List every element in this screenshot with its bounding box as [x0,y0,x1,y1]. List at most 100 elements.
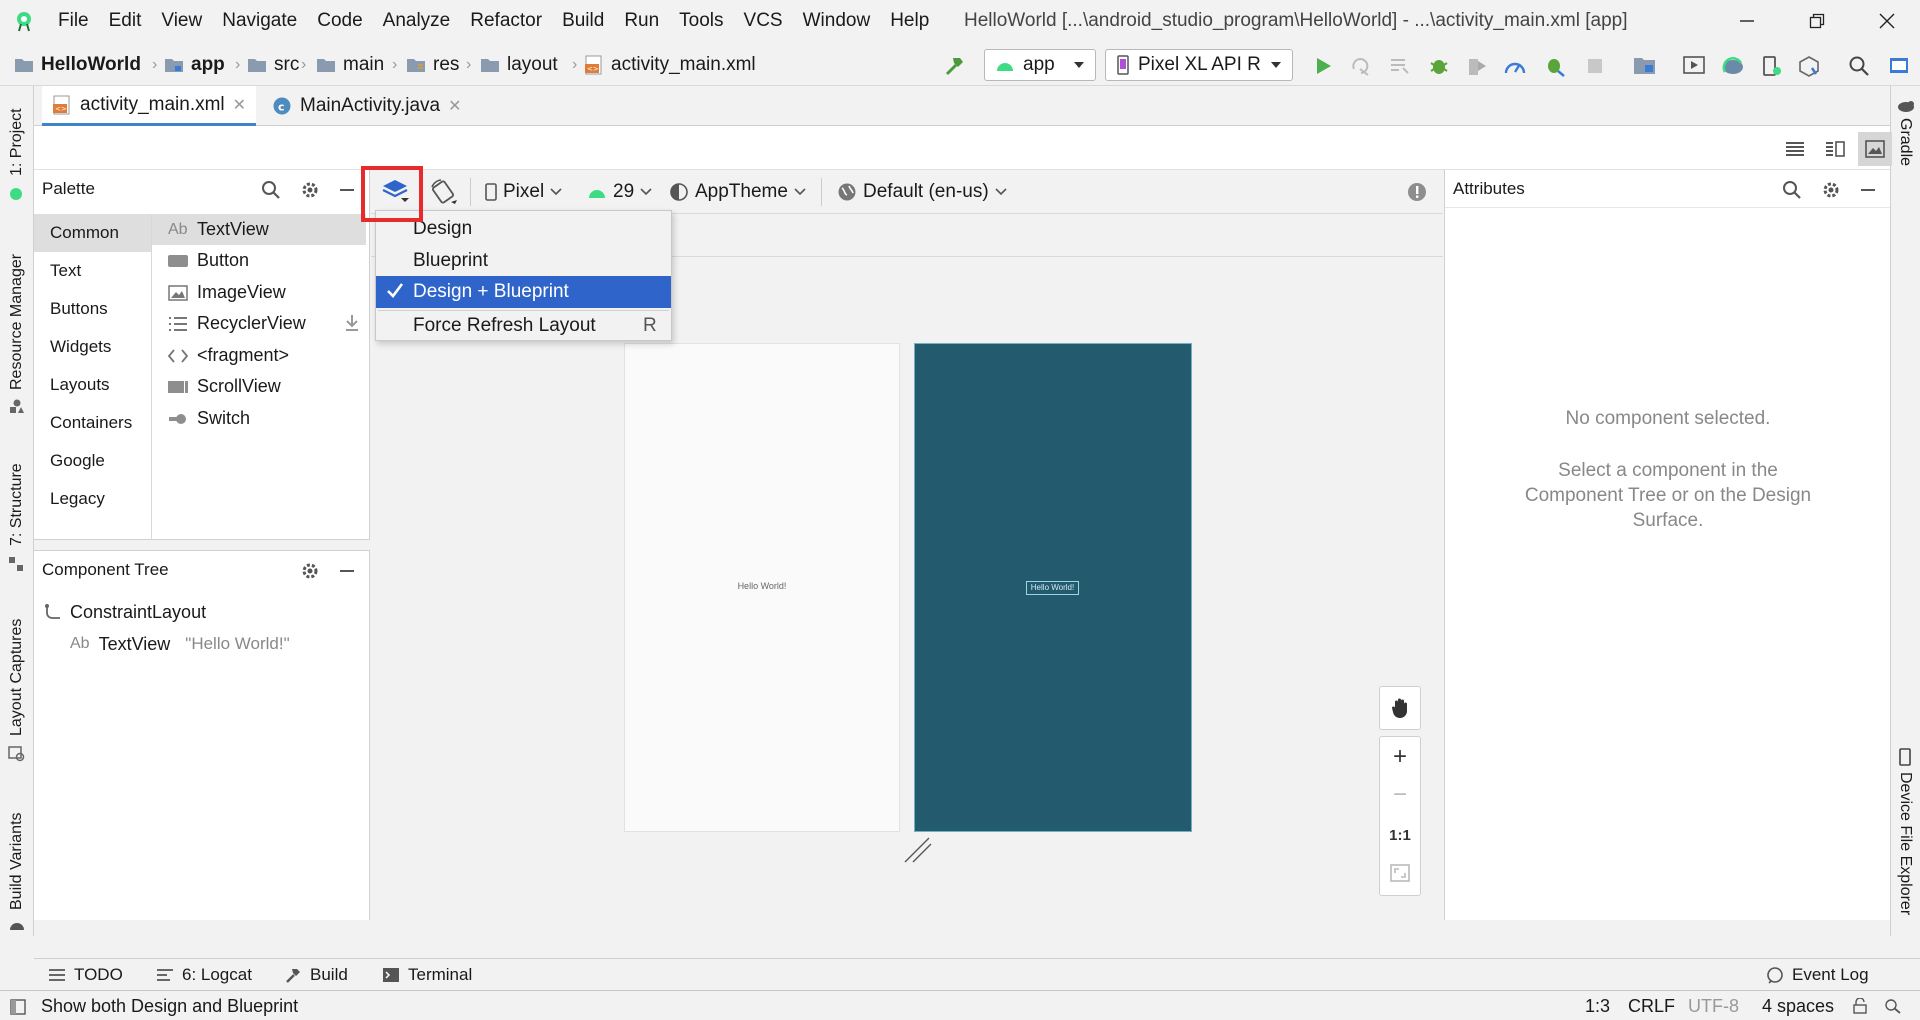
blueprint-preview-screen[interactable]: Hello World! [914,343,1192,832]
breadcrumb-layout[interactable]: layout [480,52,558,78]
line-separator[interactable]: CRLF [1628,996,1675,1017]
palette-category-legacy[interactable]: Legacy [34,480,151,518]
design-view-icon[interactable] [1858,132,1892,166]
menu-item-design-blueprint[interactable]: Design + Blueprint [376,276,671,308]
tool-window-terminal[interactable]: Terminal [382,965,472,985]
debug-icon[interactable] [1426,53,1452,79]
search-everywhere-icon[interactable] [1846,53,1872,79]
file-encoding[interactable]: UTF-8 [1688,996,1739,1017]
download-icon[interactable] [344,314,360,332]
tool-tab-device-file-explorer[interactable]: Device File Explorer [1896,772,1914,915]
palette-category-widgets[interactable]: Widgets [34,328,151,366]
palette-category-containers[interactable]: Containers [34,404,151,442]
zoom-out-button[interactable]: − [1380,779,1420,811]
close-tab-icon[interactable]: ✕ [233,95,246,115]
menu-item-force-refresh-layout[interactable]: Force Refresh Layout R [376,310,671,342]
palette-item-recyclerview[interactable]: RecyclerView [152,308,366,339]
run-with-coverage-icon[interactable] [1464,53,1490,79]
minimize-panel-icon[interactable] [1857,179,1879,201]
design-hello-world-text[interactable]: Hello World! [625,581,899,591]
menu-navigate[interactable]: Navigate [212,0,307,42]
gear-icon[interactable] [299,560,321,582]
device-manager-icon[interactable] [1758,53,1784,79]
run-icon[interactable] [1310,53,1336,79]
palette-category-google[interactable]: Google [34,442,151,480]
design-preview-screen[interactable]: Hello World! [624,343,900,832]
tool-tab-gradle[interactable]: Gradle [1896,118,1914,166]
menu-run[interactable]: Run [614,0,669,42]
palette-item-fragment[interactable]: <fragment> [152,340,366,371]
pan-hand-button[interactable] [1379,686,1421,730]
apply-changes-restart-icon[interactable] [1348,53,1374,79]
warning-info-icon[interactable] [1407,182,1427,202]
device-select[interactable]: Pixel XL API R [1105,49,1293,81]
caret-position[interactable]: 1:3 [1585,996,1610,1017]
breadcrumb-app[interactable]: app [164,52,225,78]
inspection-profile-icon[interactable] [1884,998,1902,1014]
profile-icon[interactable] [1502,53,1528,79]
menu-tools[interactable]: Tools [669,0,733,42]
design-canvas[interactable]: Hello World! Hello World! + − 1:1 [371,258,1443,920]
gear-icon[interactable] [1820,179,1842,201]
palette-item-switch[interactable]: Switch [152,403,366,434]
palette-category-text[interactable]: Text [34,252,151,290]
tool-tab-resource-manager[interactable]: Resource Manager [8,254,26,390]
split-view-icon[interactable] [1820,134,1850,164]
palette-item-textview[interactable]: Ab TextView [152,214,366,245]
ide-features-icon[interactable] [1886,53,1912,79]
close-window-button[interactable] [1862,6,1912,36]
device-preview-select[interactable]: Pixel [485,174,562,210]
lock-icon[interactable] [1852,998,1868,1014]
code-view-icon[interactable] [1780,134,1810,164]
menu-vcs[interactable]: VCS [734,0,793,42]
indent-setting[interactable]: 4 spaces [1762,996,1834,1017]
search-icon[interactable] [260,179,282,201]
menu-build[interactable]: Build [552,0,614,42]
project-structure-icon[interactable] [1632,53,1658,79]
menu-edit[interactable]: Edit [99,0,152,42]
stop-icon[interactable] [1582,53,1608,79]
tab-mainactivity-java[interactable]: c MainActivity.java ✕ [262,86,474,126]
menu-help[interactable]: Help [880,0,939,42]
tree-node-textview[interactable]: Ab TextView "Hello World!" [70,631,290,657]
breadcrumb-main[interactable]: main [316,52,384,78]
menu-analyze[interactable]: Analyze [373,0,461,42]
make-project-hammer-icon[interactable] [942,53,968,79]
toggle-tool-windows-icon[interactable] [10,999,26,1015]
close-tab-icon[interactable]: ✕ [448,96,461,116]
tool-window-logcat[interactable]: 6: Logcat [156,965,252,985]
api-level-select[interactable]: 29 [587,174,652,210]
breadcrumb-project[interactable]: HelloWorld [14,52,141,78]
tool-tab-build-variants[interactable]: Build Variants [8,812,26,910]
tree-node-constraintlayout[interactable]: ConstraintLayout [44,599,206,625]
menu-view[interactable]: View [151,0,212,42]
zoom-to-fit-button[interactable] [1380,857,1420,889]
sdk-manager-icon[interactable] [1796,53,1822,79]
minimize-panel-icon[interactable] [336,179,358,201]
palette-item-imageview[interactable]: ImageView [152,277,366,308]
zoom-in-button[interactable]: + [1380,741,1420,773]
locale-select[interactable]: Default (en-us) [837,174,1007,210]
tab-activity-main-xml[interactable]: <> activity_main.xml ✕ [42,86,256,126]
breadcrumb-file[interactable]: <> activity_main.xml [584,52,756,78]
gear-icon[interactable] [299,179,321,201]
palette-category-layouts[interactable]: Layouts [34,366,151,404]
menu-refactor[interactable]: Refactor [460,0,552,42]
tool-tab-layout-captures[interactable]: Layout Captures [8,619,26,736]
blueprint-hello-world-box[interactable]: Hello World! [1026,581,1079,595]
zoom-actual-size-button[interactable]: 1:1 [1380,819,1420,851]
breadcrumb-res[interactable]: res [406,52,459,78]
tool-window-todo[interactable]: TODO [48,965,123,985]
tool-tab-project[interactable]: 1: Project [8,108,26,176]
palette-item-button[interactable]: Button [152,245,366,276]
minimize-button[interactable] [1722,6,1772,36]
run-configuration-select[interactable]: app [984,49,1096,81]
menu-item-blueprint[interactable]: Blueprint [376,245,671,277]
sync-gradle-icon[interactable] [1720,53,1746,79]
resize-handle-icon[interactable] [903,836,933,864]
search-icon[interactable] [1781,179,1803,201]
palette-item-scrollview[interactable]: ScrollView [152,371,366,402]
attach-debugger-icon[interactable] [1542,53,1568,79]
orientation-toggle[interactable] [429,174,459,210]
restore-button[interactable] [1792,6,1842,36]
